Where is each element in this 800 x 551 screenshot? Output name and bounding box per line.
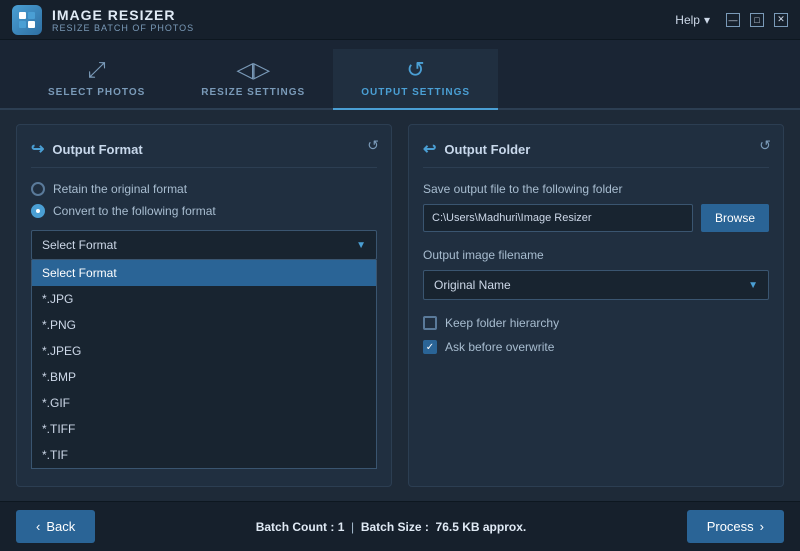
format-radio-group: Retain the original format Convert to th… — [31, 182, 377, 218]
batch-size-value: 76.5 KB approx. — [436, 520, 527, 534]
title-bar: IMAGE RESIZER RESIZE BATCH OF PHOTOS Hel… — [0, 0, 800, 40]
format-option-0[interactable]: Select Format — [32, 260, 376, 286]
output-format-label: Output Format — [52, 142, 142, 157]
format-dropdown-list: Select Format *.JPG *.PNG *.JPEG *.BMP *… — [31, 260, 377, 469]
folder-path-input[interactable] — [423, 204, 693, 232]
output-format-icon: ↪ — [31, 139, 44, 159]
format-option-5[interactable]: *.GIF — [32, 390, 376, 416]
output-settings-icon: ↺ — [406, 57, 424, 83]
footer: ‹ Back Batch Count : 1 | Batch Size : 76… — [0, 501, 800, 551]
maximize-button[interactable]: □ — [750, 13, 764, 27]
app-title: IMAGE RESIZER — [52, 7, 194, 23]
filename-dropdown-value: Original Name — [434, 278, 511, 292]
format-option-4[interactable]: *.BMP — [32, 364, 376, 390]
tabs-bar: ⤢ SELECT PHOTOS ◁▷ RESIZE SETTINGS ↺ OUT… — [0, 40, 800, 110]
back-chevron-icon: ‹ — [36, 519, 40, 534]
output-folder-label: Output Folder — [444, 142, 530, 157]
minimize-button[interactable]: — — [726, 13, 740, 27]
format-dropdown-container: Select Format ▼ Select Format *.JPG *.PN… — [31, 230, 377, 260]
checkbox-group: Keep folder hierarchy ✓ Ask before overw… — [423, 316, 769, 354]
save-folder-label: Save output file to the following folder — [423, 182, 769, 196]
format-option-7[interactable]: *.TIF — [32, 442, 376, 468]
batch-count-prefix: Batch Count : — [256, 520, 335, 534]
output-folder-icon: ↩ — [423, 139, 436, 159]
app-subtitle: RESIZE BATCH OF PHOTOS — [52, 23, 194, 33]
tab-select-photos[interactable]: ⤢ SELECT PHOTOS — [20, 49, 173, 110]
back-button[interactable]: ‹ Back — [16, 510, 95, 543]
tab-resize-settings-label: RESIZE SETTINGS — [201, 87, 305, 98]
format-option-1[interactable]: *.JPG — [32, 286, 376, 312]
tab-resize-settings[interactable]: ◁▷ RESIZE SETTINGS — [173, 49, 333, 110]
resize-settings-icon: ◁▷ — [236, 57, 270, 83]
title-bar-right: Help ▾ — □ ✕ — [675, 13, 788, 27]
filename-dropdown[interactable]: Original Name ▼ — [423, 270, 769, 300]
main-content: ↪ Output Format ↺ Retain the original fo… — [0, 110, 800, 501]
folder-input-row: Browse — [423, 204, 769, 232]
select-photos-icon: ⤢ — [88, 57, 106, 83]
process-button[interactable]: Process › — [687, 510, 784, 543]
back-label: Back — [46, 519, 75, 534]
app-logo — [12, 5, 42, 35]
format-option-3[interactable]: *.JPEG — [32, 338, 376, 364]
retain-format-label: Retain the original format — [53, 182, 187, 196]
output-folder-panel: ↩ Output Folder ↺ Save output file to th… — [408, 124, 784, 487]
ask-overwrite-option[interactable]: ✓ Ask before overwrite — [423, 340, 769, 354]
output-format-panel: ↪ Output Format ↺ Retain the original fo… — [16, 124, 392, 487]
ask-overwrite-label: Ask before overwrite — [445, 340, 554, 354]
retain-format-option[interactable]: Retain the original format — [31, 182, 377, 196]
format-option-6[interactable]: *.TIFF — [32, 416, 376, 442]
format-dropdown-arrow-icon: ▼ — [356, 240, 366, 251]
process-label: Process — [707, 519, 754, 534]
app-title-group: IMAGE RESIZER RESIZE BATCH OF PHOTOS — [52, 7, 194, 33]
help-button[interactable]: Help ▾ — [675, 13, 710, 27]
convert-format-label: Convert to the following format — [53, 204, 216, 218]
convert-format-option[interactable]: Convert to the following format — [31, 204, 377, 218]
output-folder-title: ↩ Output Folder — [423, 139, 769, 168]
title-bar-left: IMAGE RESIZER RESIZE BATCH OF PHOTOS — [12, 5, 194, 35]
window-controls: — □ ✕ — [726, 13, 788, 27]
help-chevron-icon: ▾ — [704, 13, 710, 27]
filename-label: Output image filename — [423, 248, 769, 262]
keep-hierarchy-option[interactable]: Keep folder hierarchy — [423, 316, 769, 330]
footer-info: Batch Count : 1 | Batch Size : 76.5 KB a… — [256, 520, 527, 534]
process-chevron-icon: › — [760, 519, 764, 534]
format-dropdown[interactable]: Select Format ▼ — [31, 230, 377, 260]
convert-format-radio[interactable] — [31, 204, 45, 218]
tab-output-settings[interactable]: ↺ OUTPUT SETTINGS — [333, 49, 498, 110]
format-dropdown-value: Select Format — [42, 238, 117, 252]
tab-output-settings-label: OUTPUT SETTINGS — [361, 87, 470, 98]
format-option-2[interactable]: *.PNG — [32, 312, 376, 338]
close-button[interactable]: ✕ — [774, 13, 788, 27]
output-format-refresh-button[interactable]: ↺ — [367, 137, 379, 154]
help-label: Help — [675, 13, 700, 27]
retain-format-radio[interactable] — [31, 182, 45, 196]
browse-button[interactable]: Browse — [701, 204, 769, 232]
filename-dropdown-arrow-icon: ▼ — [748, 280, 758, 291]
keep-hierarchy-checkbox[interactable] — [423, 316, 437, 330]
batch-size-prefix: Batch Size : — [361, 520, 429, 534]
output-format-title: ↪ Output Format — [31, 139, 377, 168]
tab-select-photos-label: SELECT PHOTOS — [48, 87, 145, 98]
ask-overwrite-checkbox[interactable]: ✓ — [423, 340, 437, 354]
keep-hierarchy-label: Keep folder hierarchy — [445, 316, 559, 330]
batch-count-value: 1 — [338, 520, 345, 534]
output-folder-refresh-button[interactable]: ↺ — [759, 137, 771, 154]
